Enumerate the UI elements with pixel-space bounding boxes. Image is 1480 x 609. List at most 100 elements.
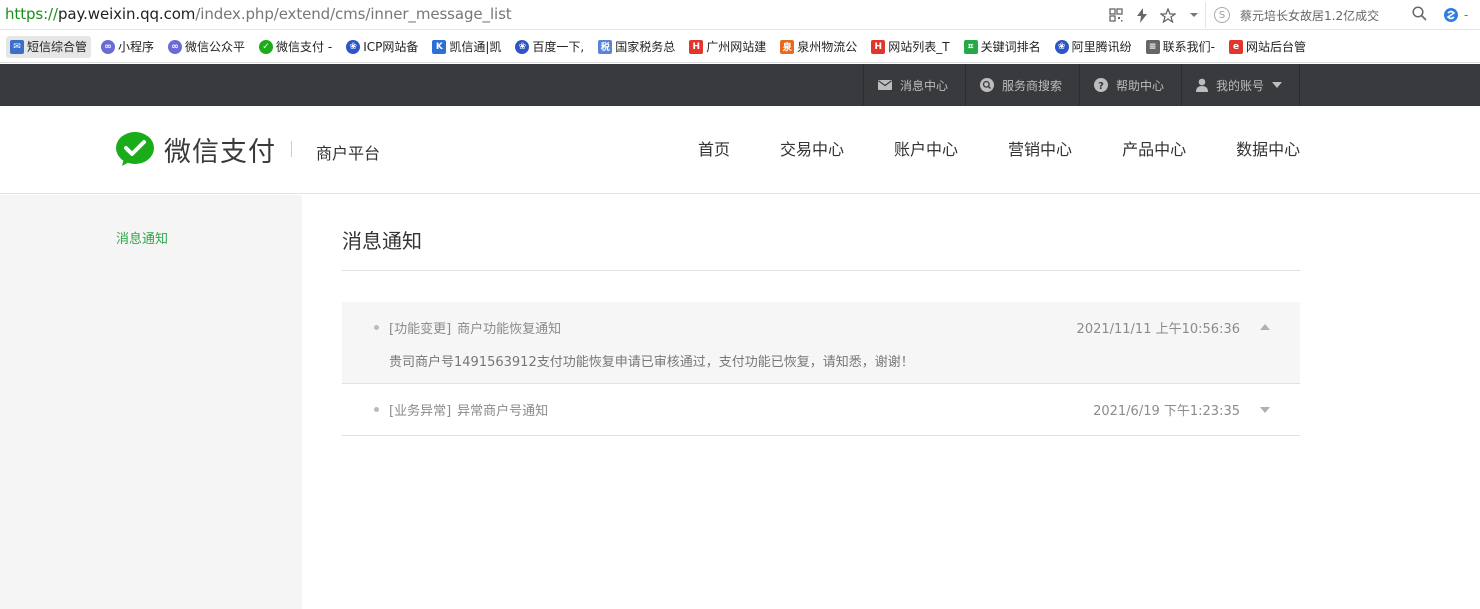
qr-code-icon[interactable] [1105, 4, 1127, 26]
search-box[interactable]: S 蔡元培长女故居1.2亿成交 [1205, 2, 1433, 28]
bookmark-item[interactable]: 泉泉州物流公 [776, 36, 861, 58]
lightning-icon[interactable] [1131, 4, 1153, 26]
envelope-icon [877, 80, 892, 90]
crop-icon: ⌗ [963, 39, 978, 54]
top-nav-label: 帮助中心 [1115, 78, 1164, 93]
doc-icon: ≡ [1145, 39, 1160, 54]
search-circle-icon [979, 78, 994, 92]
message-item[interactable]: [功能变更] 商户功能恢复通知 2021/11/11 上午10:56:36 贵司商… [342, 302, 1300, 384]
bookmark-item[interactable]: H 网站列表_T [867, 36, 953, 58]
bookmark-label: 短信综合管 [27, 40, 88, 54]
url-field[interactable]: https://pay.weixin.qq.com/index.php/exte… [5, 5, 512, 23]
message-time: 2021/11/11 上午10:56:36 [1076, 322, 1240, 337]
bookmark-item[interactable]: ≡ 联系我们- [1142, 36, 1219, 58]
search-suggestion: 蔡元培长女故居1.2亿成交 [1240, 8, 1380, 23]
message-title: 异常商户号通知 [457, 404, 549, 419]
browser-address-bar: https://pay.weixin.qq.com/index.php/exte… [0, 0, 1480, 30]
bookmark-item[interactable]: ❀ 阿里腾讯纷 [1051, 36, 1136, 58]
top-nav: 消息中心 服务商搜索 ? 帮助中心 我的账号 [862, 64, 1300, 106]
logistics-icon: 泉 [780, 39, 795, 54]
bookmark-item[interactable]: H 广州网站建 [685, 36, 770, 58]
nav-transactions[interactable]: 交易中心 [762, 136, 862, 160]
extension-dash: - [1464, 8, 1469, 22]
bookmark-label: 国家税务总 [615, 40, 676, 54]
bookmark-label: 关键词排名 [980, 40, 1041, 54]
bookmark-item[interactable]: ❀ ICP网站备 [342, 36, 422, 58]
bookmark-item[interactable]: ❀ 百度一下, [511, 36, 588, 58]
wechat-pay-icon: ✓ [259, 39, 274, 54]
bookmark-label: 网站列表_T [888, 40, 950, 54]
top-bar: 消息中心 服务商搜索 ? 帮助中心 我的账号 [0, 64, 1480, 106]
bookmark-item[interactable]: e 网站后台管 [1225, 36, 1310, 58]
message-category: [功能变更] [389, 322, 452, 337]
bookmark-label: 凯信通|凯 [449, 40, 502, 54]
wechat-pay-logo-icon [116, 132, 154, 166]
chevron-down-icon[interactable] [1183, 4, 1205, 26]
paw-icon: ❀ [1054, 39, 1069, 54]
nav-marketing[interactable]: 营销中心 [990, 136, 1090, 160]
top-nav-message-center[interactable]: 消息中心 [862, 64, 965, 106]
extension-area: - [1440, 4, 1468, 26]
logo-divider [291, 141, 292, 157]
url-path: /index.php/extend/cms/inner_message_list [195, 5, 512, 23]
bullet-icon [374, 407, 379, 412]
top-nav-provider-search[interactable]: 服务商搜索 [964, 64, 1079, 106]
bookmark-item[interactable]: K 凯信通|凯 [428, 36, 505, 58]
bookmark-item[interactable]: ⌗ 关键词排名 [960, 36, 1045, 58]
paw-icon: ❀ [346, 39, 361, 54]
bookmark-label: 泉州物流公 [797, 40, 858, 54]
question-icon: ? [1093, 78, 1108, 92]
top-nav-label: 我的账号 [1215, 78, 1264, 93]
bookmarks-bar: ✉ 短信综合管 ∞ 小程序 ∞ 微信公众平 ✓ 微信支付 - ❀ ICP网站备 K 凯信通|凯 ❀ 百度一… [0, 31, 1480, 63]
star-icon[interactable] [1157, 4, 1179, 26]
user-icon [1195, 78, 1208, 92]
link-icon: ∞ [101, 39, 116, 54]
h-icon: H [871, 39, 886, 54]
tax-icon: 税 [598, 39, 613, 54]
nav-home[interactable]: 首页 [680, 136, 748, 160]
message-header: [业务异常] 异常商户号通知 [389, 400, 548, 419]
logo-text: 微信支付 [164, 137, 276, 168]
bookmark-item[interactable]: ✓ 微信支付 - [255, 36, 336, 58]
bookmark-item[interactable]: ✉ 短信综合管 [6, 35, 92, 58]
envelope-icon: ✉ [10, 39, 24, 54]
message-time: 2021/6/19 下午1:23:35 [1093, 404, 1240, 419]
ie-icon: e [1229, 39, 1243, 54]
bookmark-label: ICP网站备 [363, 40, 419, 54]
nav-data[interactable]: 数据中心 [1218, 136, 1318, 160]
platform-name: 商户平台 [316, 144, 381, 163]
top-nav-help-center[interactable]: ? 帮助中心 [1078, 64, 1181, 106]
extension-icon[interactable] [1440, 4, 1462, 26]
paw-icon: ❀ [515, 39, 530, 54]
sidebar-item-notifications[interactable]: 消息通知 [116, 228, 168, 247]
top-nav-my-account[interactable]: 我的账号 [1180, 64, 1300, 106]
nav-products[interactable]: 产品中心 [1104, 136, 1204, 160]
bookmark-label: 百度一下, [532, 40, 585, 54]
site-header: 微信支付 商户平台 首页 交易中心 账户中心 营销中心 产品中心 数据中心 [0, 106, 1480, 194]
svg-text:?: ? [1098, 81, 1104, 92]
nav-account[interactable]: 账户中心 [876, 136, 976, 160]
link-icon: ∞ [168, 39, 183, 54]
caret-down-icon [1272, 82, 1282, 88]
page-title: 消息通知 [342, 229, 422, 253]
bookmark-label: 网站后台管 [1246, 40, 1307, 54]
message-category: [业务异常] [389, 404, 452, 419]
h-icon: H [689, 39, 704, 54]
bookmark-item[interactable]: 税国家税务总 [594, 36, 679, 58]
bookmark-label: 阿里腾讯纷 [1071, 40, 1132, 54]
bookmark-item[interactable]: ∞ 小程序 [97, 36, 158, 58]
sidebar: 消息通知 [0, 195, 302, 609]
url-scheme: https:// [5, 5, 58, 23]
expand-icon[interactable] [1260, 407, 1270, 413]
message-header: [功能变更] 商户功能恢复通知 [389, 318, 561, 337]
logo[interactable]: 微信支付 [116, 130, 276, 169]
bookmark-label: 微信公众平 [185, 40, 246, 54]
bullet-icon [374, 325, 379, 330]
collapse-icon[interactable] [1260, 324, 1270, 330]
k-icon: K [432, 39, 447, 54]
main-nav: 首页 交易中心 账户中心 营销中心 产品中心 数据中心 [680, 136, 1318, 160]
message-item[interactable]: [业务异常] 异常商户号通知 2021/6/19 下午1:23:35 [342, 384, 1300, 436]
bookmark-item[interactable]: ∞ 微信公众平 [164, 36, 249, 58]
search-icon[interactable] [1412, 5, 1427, 25]
bookmark-label: 微信支付 - [276, 40, 333, 54]
